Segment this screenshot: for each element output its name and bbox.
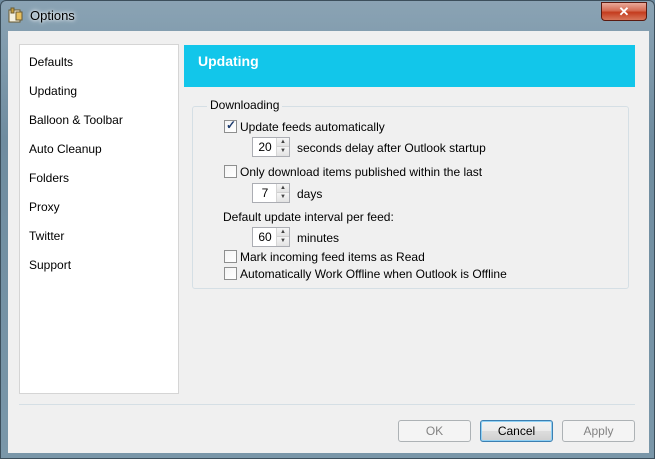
- downloading-group: Downloading Update feeds automatically 2…: [192, 98, 629, 289]
- title-bar[interactable]: Options ✕: [1, 1, 654, 31]
- sidebar-item-proxy[interactable]: Proxy: [29, 200, 60, 214]
- interval-label: Default update interval per feed:: [223, 210, 394, 224]
- recent-days-value[interactable]: 7: [253, 186, 277, 200]
- mark-read-label[interactable]: Mark incoming feed items as Read: [240, 250, 425, 264]
- work-offline-label[interactable]: Automatically Work Offline when Outlook …: [240, 267, 507, 281]
- section-header: Updating: [184, 45, 635, 87]
- update-auto-checkbox[interactable]: [224, 118, 237, 133]
- update-auto-label[interactable]: Update feeds automatically: [240, 120, 385, 134]
- cancel-button[interactable]: Cancel: [480, 420, 553, 442]
- only-recent-label[interactable]: Only download items published within the…: [240, 165, 482, 179]
- window-title: Options: [30, 8, 75, 23]
- interval-value[interactable]: 60: [253, 230, 277, 244]
- recent-days-stepper[interactable]: 7 ▲ ▼: [252, 183, 290, 203]
- divider: [19, 404, 635, 405]
- sidebar-item-defaults[interactable]: Defaults: [29, 55, 73, 69]
- group-legend: Downloading: [207, 98, 283, 112]
- cancel-button-label: Cancel: [497, 424, 536, 438]
- sidebar-item-support[interactable]: Support: [29, 258, 71, 272]
- sidebar-item-auto-cleanup[interactable]: Auto Cleanup: [29, 142, 102, 156]
- startup-delay-stepper[interactable]: 20 ▲ ▼: [252, 137, 290, 157]
- spin-up-icon[interactable]: ▲: [277, 228, 289, 237]
- spin-up-icon[interactable]: ▲: [277, 184, 289, 193]
- close-button[interactable]: ✕: [601, 2, 647, 21]
- ok-button-label: OK: [425, 424, 444, 438]
- apply-button-label: Apply: [583, 424, 614, 438]
- ok-button[interactable]: OK: [398, 420, 471, 442]
- options-window: Options ✕ Defaults Updating Balloon & To…: [0, 0, 655, 459]
- spin-down-icon[interactable]: ▼: [277, 147, 289, 156]
- recent-days-suffix: days: [297, 187, 323, 201]
- spin-down-icon[interactable]: ▼: [277, 237, 289, 246]
- sidebar-item-twitter[interactable]: Twitter: [29, 229, 64, 243]
- section-title: Updating: [198, 53, 259, 69]
- startup-delay-value[interactable]: 20: [253, 140, 277, 154]
- apply-button[interactable]: Apply: [562, 420, 635, 442]
- only-recent-checkbox[interactable]: [224, 165, 237, 178]
- sidebar: Defaults Updating Balloon & Toolbar Auto…: [19, 44, 179, 394]
- sidebar-item-folders[interactable]: Folders: [29, 171, 69, 185]
- dialog-client-area: Defaults Updating Balloon & Toolbar Auto…: [8, 31, 649, 453]
- startup-delay-suffix: seconds delay after Outlook startup: [297, 141, 486, 155]
- spin-up-icon[interactable]: ▲: [277, 138, 289, 147]
- interval-suffix: minutes: [297, 231, 340, 245]
- mark-read-checkbox[interactable]: [224, 250, 237, 263]
- close-icon: ✕: [618, 3, 630, 19]
- spin-down-icon[interactable]: ▼: [277, 193, 289, 202]
- app-icon: [8, 7, 23, 23]
- sidebar-item-balloon-toolbar[interactable]: Balloon & Toolbar: [29, 113, 123, 127]
- sidebar-item-updating[interactable]: Updating: [29, 84, 77, 98]
- work-offline-checkbox[interactable]: [224, 267, 237, 280]
- interval-stepper[interactable]: 60 ▲ ▼: [252, 227, 290, 247]
